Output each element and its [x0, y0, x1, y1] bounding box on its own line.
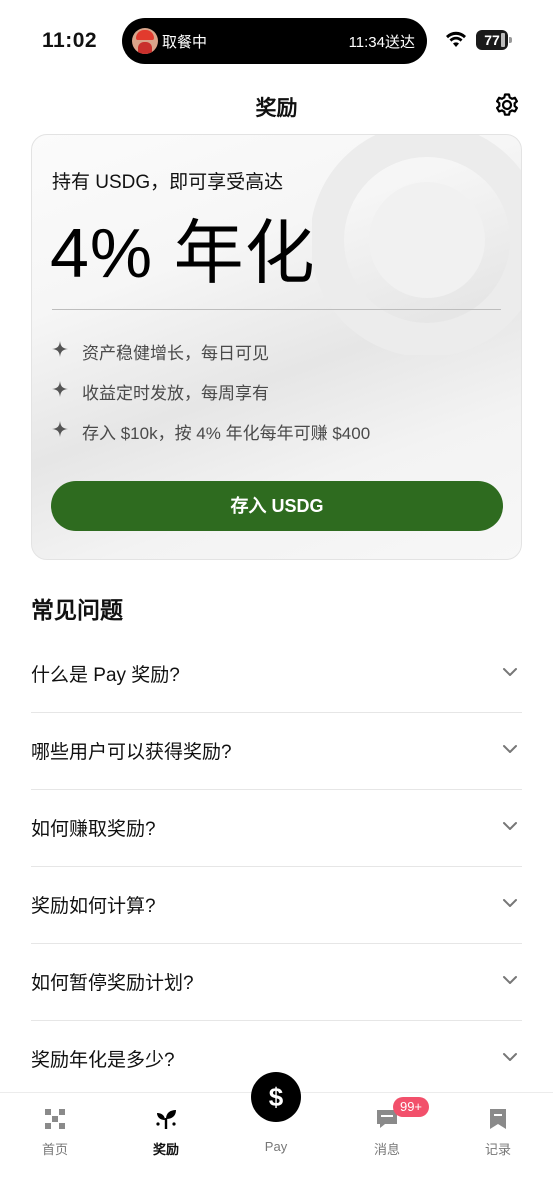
brand-watermark-icon — [312, 135, 521, 355]
records-icon — [490, 1109, 506, 1129]
delivery-avatar-icon — [132, 28, 158, 54]
battery-icon: 77 — [476, 30, 512, 50]
faq-item-how-to-earn[interactable]: 如何赚取奖励? — [31, 790, 522, 867]
status-bar: 11:02 取餐中 11:34送达 77 — [0, 0, 553, 80]
live-activity-status: 取餐中 — [162, 34, 208, 51]
page-header: 奖励 — [0, 80, 553, 130]
faq-item-calculation[interactable]: 奖励如何计算? — [31, 867, 522, 944]
bottom-tab-bar: 首页 奖励 $ Pay 消息 99+ 记录 — [0, 1072, 553, 1200]
home-grid-icon — [45, 1109, 65, 1129]
faq-title: 常见问题 — [31, 597, 123, 623]
chevron-down-icon — [503, 745, 517, 753]
sparkle-icon — [52, 421, 68, 437]
faq-question: 如何暂停奖励计划? — [31, 973, 194, 994]
tab-records[interactable]: 记录 — [458, 1093, 538, 1173]
tab-rewards[interactable]: 奖励 — [126, 1093, 206, 1173]
faq-item-eligibility[interactable]: 哪些用户可以获得奖励? — [31, 713, 522, 790]
benefit-text: 收益定时发放，每周享有 — [82, 384, 269, 403]
promo-headline: 4% 年化 — [50, 214, 316, 292]
rewards-promo-card: 持有 USDG，即可享受高达 4% 年化 资产稳健增长，每日可见 收益定时发放，… — [31, 134, 522, 560]
chevron-down-icon — [503, 668, 517, 676]
tab-label: 消息 — [373, 1142, 400, 1157]
faq-item-what-is-pay-rewards[interactable]: 什么是 Pay 奖励? — [31, 636, 522, 713]
sparkle-icon — [52, 381, 68, 397]
tab-label: 奖励 — [152, 1142, 179, 1157]
tab-label: 记录 — [484, 1142, 511, 1157]
pay-button[interactable]: $ — [251, 1072, 301, 1122]
faq-question: 哪些用户可以获得奖励? — [31, 742, 232, 763]
sparkle-icon — [52, 341, 68, 357]
faq-question: 奖励年化是多少? — [31, 1050, 175, 1071]
dollar-icon: $ — [268, 1082, 284, 1112]
status-time: 11:02 — [42, 29, 98, 52]
promo-subtitle: 持有 USDG，即可享受高达 — [52, 172, 284, 193]
faq-question: 如何赚取奖励? — [31, 819, 156, 840]
benefit-text: 存入 $10k，按 4% 年化每年可赚 $400 — [82, 424, 371, 443]
faq-item-pause-rewards[interactable]: 如何暂停奖励计划? — [31, 944, 522, 1021]
faq-question: 什么是 Pay 奖励? — [31, 665, 180, 686]
chevron-down-icon — [503, 1053, 517, 1061]
tab-pay-label[interactable]: Pay — [236, 1139, 316, 1154]
chevron-down-icon — [503, 822, 517, 830]
chevron-down-icon — [503, 899, 517, 907]
chevron-down-icon — [503, 976, 517, 984]
battery-level: 77 — [476, 30, 508, 50]
live-activity-island[interactable]: 取餐中 11:34送达 — [122, 18, 427, 64]
faq-question: 奖励如何计算? — [31, 896, 156, 917]
message-count-badge: 99+ — [393, 1097, 429, 1117]
wifi-icon — [446, 31, 466, 47]
rewards-sprout-icon — [156, 1110, 176, 1129]
tab-label: 首页 — [41, 1142, 68, 1157]
page-title: 奖励 — [255, 97, 298, 120]
divider — [52, 309, 501, 310]
live-activity-eta: 11:34送达 — [348, 34, 415, 51]
benefit-text: 资产稳健增长，每日可见 — [82, 344, 269, 363]
tab-home[interactable]: 首页 — [15, 1093, 95, 1173]
deposit-usdg-button[interactable]: 存入 USDG — [51, 481, 503, 531]
settings-gear-icon[interactable] — [494, 92, 520, 118]
